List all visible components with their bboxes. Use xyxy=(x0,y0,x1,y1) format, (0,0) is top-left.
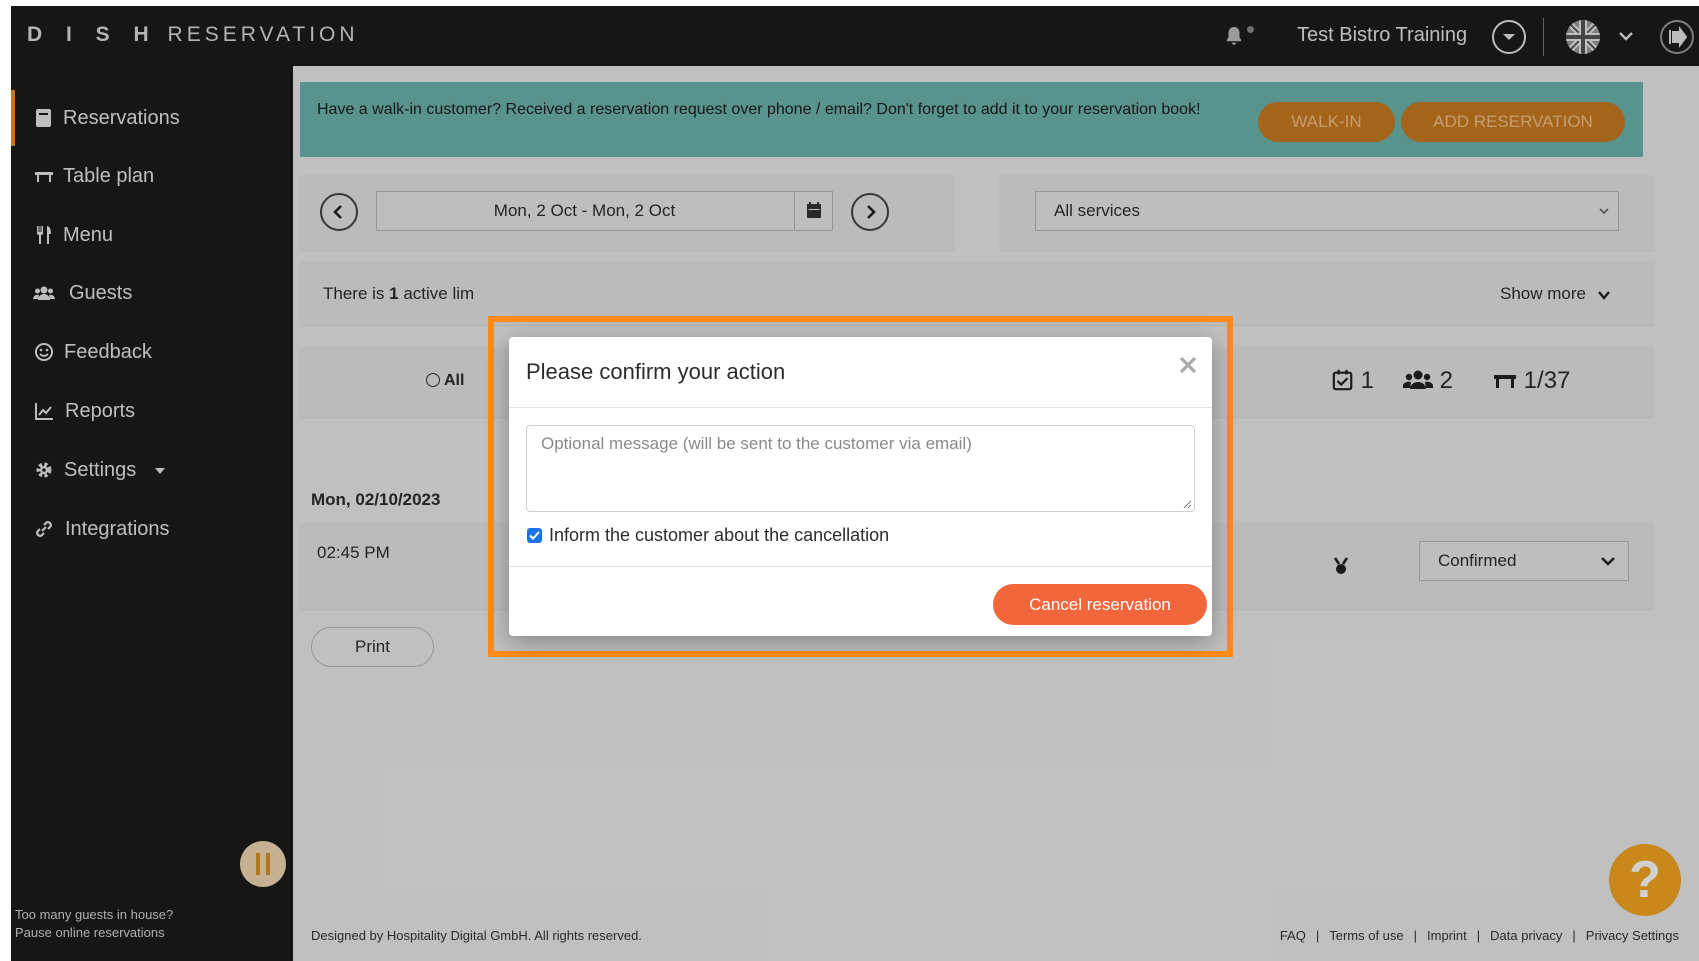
confirm-dialog: Please confirm your action Inform the cu… xyxy=(509,337,1212,636)
inform-customer-label[interactable]: Inform the customer about the cancellati… xyxy=(549,525,889,546)
cancel-reservation-button[interactable]: Cancel reservation xyxy=(993,584,1207,625)
close-icon[interactable] xyxy=(1178,355,1198,375)
dialog-divider xyxy=(509,407,1212,408)
resize-grip-icon[interactable] xyxy=(1182,499,1192,509)
dialog-title: Please confirm your action xyxy=(526,359,786,384)
app-window: D I S H RESERVATION Test Bistro Training xyxy=(11,6,1699,961)
inform-customer-checkbox[interactable] xyxy=(527,528,542,543)
dialog-divider xyxy=(509,566,1212,567)
optional-message-textarea[interactable] xyxy=(526,425,1195,512)
check-icon xyxy=(529,531,540,540)
